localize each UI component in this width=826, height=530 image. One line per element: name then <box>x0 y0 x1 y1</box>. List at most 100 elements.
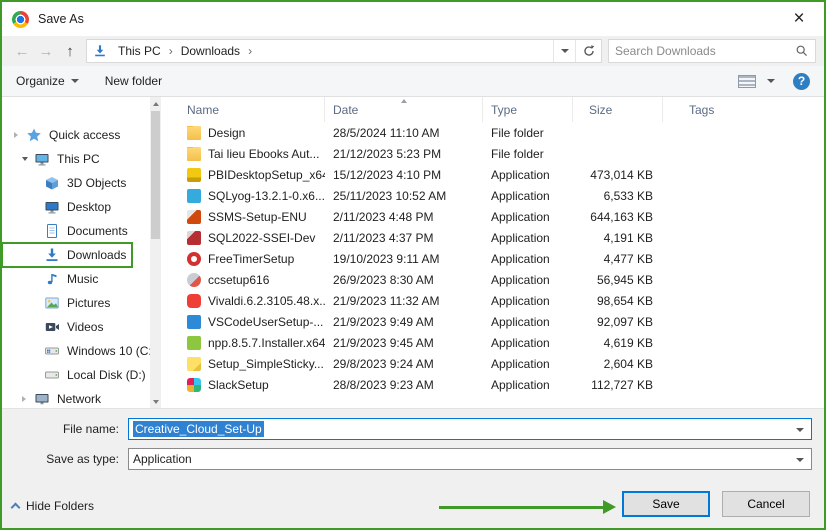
address-dropdown-icon[interactable] <box>553 40 575 62</box>
sidebar-item-windows-c[interactable]: Windows 10 (C:) <box>2 339 150 363</box>
sidebar-item-pictures[interactable]: Pictures <box>2 291 150 315</box>
sidebar-item-label: This PC <box>57 152 100 166</box>
file-row[interactable]: npp.8.5.7.Installer.x64 21/9/2023 9:45 A… <box>163 332 824 353</box>
sidebar-scrollbar[interactable] <box>150 97 161 408</box>
chevron-up-icon <box>10 502 21 513</box>
file-row[interactable]: Setup_SimpleSticky... 29/8/2023 9:24 AM … <box>163 353 824 374</box>
file-size: 56,945 KB <box>596 272 653 287</box>
file-name-input[interactable]: Creative_Cloud_Set-Up <box>128 418 812 440</box>
sidebar-item-label: 3D Objects <box>67 176 127 190</box>
file-name: PBIDesktopSetup_x64 <box>208 167 325 182</box>
sidebar-item-documents[interactable]: Documents <box>2 219 150 243</box>
column-header-date[interactable]: Date <box>325 97 483 122</box>
help-icon[interactable]: ? <box>793 72 810 90</box>
sidebar-item-this-pc[interactable]: This PC <box>2 147 150 171</box>
bottom-panel: File name: Creative_Cloud_Set-Up Save as… <box>2 408 824 528</box>
file-date: 19/10/2023 9:11 AM <box>333 251 440 266</box>
file-row[interactable]: VSCodeUserSetup-... 21/9/2023 9:49 AM Ap… <box>163 311 824 332</box>
breadcrumb-this-pc[interactable]: This PC <box>111 40 168 62</box>
file-size: 92,097 KB <box>596 314 653 329</box>
sidebar-item-label: Windows 10 (C:) <box>67 344 150 358</box>
save-button[interactable]: Save <box>622 491 710 517</box>
sidebar-item-label: Pictures <box>67 296 111 310</box>
file-name: SSMS-Setup-ENU <box>208 209 307 224</box>
organize-button[interactable]: Organize <box>16 74 79 88</box>
cancel-button[interactable]: Cancel <box>722 491 810 517</box>
file-name: ccsetup616 <box>208 272 270 287</box>
file-type: Application <box>491 377 550 392</box>
file-row[interactable]: Vivaldi.6.2.3105.48.x... 21/9/2023 11:32… <box>163 290 824 311</box>
file-icon <box>187 272 201 287</box>
breadcrumb-downloads[interactable]: Downloads <box>174 40 247 62</box>
search-box <box>608 39 816 63</box>
save-type-row: Save as type: Application <box>2 447 812 471</box>
file-row[interactable]: SSMS-Setup-ENU 2/11/2023 4:48 PM Applica… <box>163 206 824 227</box>
chevron-down-icon <box>767 79 775 83</box>
column-header-size[interactable]: Size <box>573 97 663 122</box>
file-row[interactable]: Design 28/5/2024 11:10 AM File folder <box>163 122 824 143</box>
file-row[interactable]: FreeTimerSetup 19/10/2023 9:11 AM Applic… <box>163 248 824 269</box>
scroll-up-icon[interactable] <box>150 97 161 110</box>
view-mode-button[interactable] <box>738 74 775 88</box>
scroll-down-icon[interactable] <box>150 395 161 408</box>
sidebar-item-videos[interactable]: Videos <box>2 315 150 339</box>
forward-icon[interactable]: → <box>34 43 58 60</box>
address-bar[interactable]: This PC › Downloads › <box>86 39 602 63</box>
save-as-dialog: Save As × ← → ↑ This PC › Downloads › Se… <box>0 0 826 530</box>
back-icon[interactable]: ← <box>10 43 34 60</box>
file-name: Design <box>208 125 246 140</box>
document-icon <box>44 223 60 239</box>
file-row[interactable]: SQL2022-SSEI-Dev 2/11/2023 4:37 PM Appli… <box>163 227 824 248</box>
sidebar-item-network[interactable]: Network <box>2 387 150 408</box>
expander-icon[interactable] <box>22 396 34 402</box>
sidebar-item-local-d[interactable]: Local Disk (D:) <box>2 363 150 387</box>
music-note-icon <box>44 271 60 287</box>
sidebar-item-quick-access[interactable]: Quick access <box>2 123 150 147</box>
chevron-down-icon[interactable] <box>796 428 804 432</box>
title-bar: Save As × <box>2 2 824 36</box>
file-type: Application <box>491 272 550 287</box>
search-icon[interactable] <box>795 44 809 58</box>
sidebar-item-desktop[interactable]: Desktop <box>2 195 150 219</box>
hide-folders-button[interactable]: Hide Folders <box>10 495 94 517</box>
file-type: Application <box>491 209 550 224</box>
file-icon <box>187 230 201 245</box>
search-input[interactable] <box>615 44 795 58</box>
file-size: 4,619 KB <box>603 335 653 350</box>
save-type-select[interactable]: Application <box>128 448 812 470</box>
downloads-folder-icon <box>93 44 107 58</box>
expander-icon[interactable] <box>14 132 26 138</box>
sidebar-item-downloads[interactable]: Downloads <box>2 242 133 268</box>
file-size: 2,604 KB <box>603 356 653 371</box>
file-row[interactable]: SlackSetup 28/8/2023 9:23 AM Application… <box>163 374 824 395</box>
scrollbar-thumb[interactable] <box>151 111 160 239</box>
chevron-down-icon[interactable] <box>796 458 804 462</box>
new-folder-button[interactable]: New folder <box>105 74 162 88</box>
file-type: Application <box>491 230 550 245</box>
file-date: 21/12/2023 5:23 PM <box>333 146 442 161</box>
file-list: Name Date Type Size Tags Design 28/5/202… <box>163 97 824 408</box>
up-icon[interactable]: ↑ <box>58 43 82 60</box>
close-icon[interactable]: × <box>784 4 814 34</box>
column-header-tags[interactable]: Tags <box>663 97 824 122</box>
column-header-type[interactable]: Type <box>483 97 573 122</box>
file-icon <box>187 146 201 161</box>
file-row[interactable]: PBIDesktopSetup_x64 15/12/2023 4:10 PM A… <box>163 164 824 185</box>
expander-icon[interactable] <box>22 157 34 161</box>
refresh-icon[interactable] <box>575 40 601 62</box>
file-size: 112,727 KB <box>591 377 653 392</box>
file-type: Application <box>491 356 550 371</box>
column-header-name[interactable]: Name <box>163 97 325 122</box>
column-headers: Name Date Type Size Tags <box>163 97 824 122</box>
file-row[interactable]: Tai lieu Ebooks Aut... 21/12/2023 5:23 P… <box>163 143 824 164</box>
sidebar-item-3d-objects[interactable]: 3D Objects <box>2 171 150 195</box>
file-row[interactable]: ccsetup616 26/9/2023 8:30 AM Application… <box>163 269 824 290</box>
file-date: 21/9/2023 9:49 AM <box>333 314 434 329</box>
file-size: 98,654 KB <box>596 293 653 308</box>
file-row[interactable]: SQLyog-13.2.1-0.x6... 25/11/2023 10:52 A… <box>163 185 824 206</box>
monitor-icon <box>44 199 60 215</box>
sidebar-item-music[interactable]: Music <box>2 267 150 291</box>
file-icon <box>187 125 201 140</box>
file-icon <box>187 293 201 308</box>
drive-c-icon <box>44 343 60 359</box>
